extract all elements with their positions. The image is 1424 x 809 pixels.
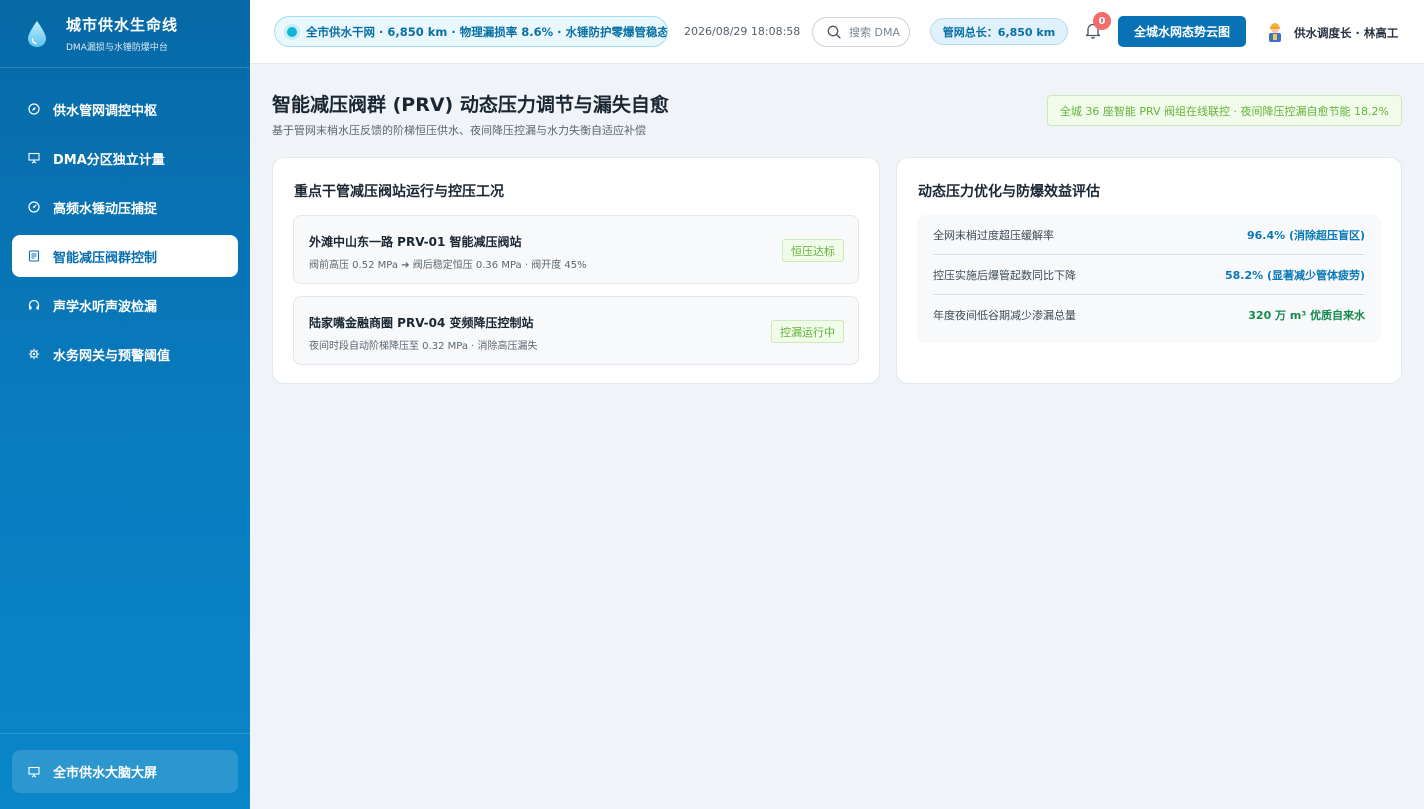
sidebar: 城市供水生命线 DMA漏损与水锤防爆中台 供水管网调控中枢 DMA分区独立计量 … <box>0 0 250 809</box>
search-box[interactable] <box>812 17 910 47</box>
presentation-icon <box>28 152 40 164</box>
gear-icon <box>28 348 40 360</box>
station-name: 外滩中山东一路 PRV-01 智能减压阀站 <box>309 235 522 249</box>
metrics-list: 全网末梢过度超压缓解率 96.4% (消除超压盲区) 控压实施后爆管起数同比下降… <box>917 215 1381 343</box>
avatar[interactable] <box>1266 22 1284 42</box>
metric-label: 控压实施后爆管起数同比下降 <box>933 268 1076 282</box>
station-detail: 夜间时段自动阶梯降压至 0.32 MPa · 消除高压漏失 <box>309 341 538 352</box>
city-cloud-map-button[interactable]: 全城水网态势云图 <box>1118 16 1246 47</box>
compass-icon <box>28 103 40 115</box>
metric-row: 全网末梢过度超压缓解率 96.4% (消除超压盲区) <box>933 215 1365 255</box>
sidebar-item-network-hub[interactable]: 供水管网调控中枢 <box>12 88 238 130</box>
metric-label: 全网末梢过度超压缓解率 <box>933 228 1054 242</box>
metric-row: 年度夜间低谷期减少渗漏总量 320 万 m³ 优质自来水 <box>933 295 1365 335</box>
water-drop-icon <box>28 20 46 47</box>
sidebar-item-label: 水务网关与预警阈值 <box>53 348 171 364</box>
benefit-evaluation-card: 动态压力优化与防爆效益评估 全网末梢过度超压缓解率 96.4% (消除超压盲区)… <box>896 157 1402 384</box>
sidebar-nav: 供水管网调控中枢 DMA分区独立计量 高频水锤动压捕捉 智能减压阀群控制 声学水… <box>0 68 250 375</box>
page-subtitle: 基于管网末梢水压反馈的阶梯恒压供水、夜间降压控漏与水力失衡自适应补偿 <box>272 124 646 137</box>
metric-value: 58.2% (显著减少管体疲劳) <box>1224 268 1365 282</box>
user-name[interactable]: 供水调度长 · 林高工 <box>1294 25 1398 41</box>
brand-title: 城市供水生命线 <box>66 16 179 34</box>
sidebar-item-gateway[interactable]: 水务网关与预警阈值 <box>12 333 238 375</box>
card-title: 动态压力优化与防爆效益评估 <box>918 184 1100 200</box>
sidebar-item-label: 高频水锤动压捕捉 <box>53 201 158 217</box>
big-screen-button[interactable]: 全市供水大脑大屏 <box>12 750 238 793</box>
network-status-pill: 全市供水干网 · 6,850 km · 物理漏损率 8.6% · 水锤防护零爆管… <box>274 16 668 47</box>
sidebar-item-prv-control[interactable]: 智能减压阀群控制 <box>12 235 238 277</box>
page-title: 智能减压阀群 (PRV) 动态压力调节与漏失自愈 <box>272 94 669 116</box>
document-icon <box>28 250 40 262</box>
presentation-icon <box>28 766 40 778</box>
search-icon <box>827 25 841 39</box>
sidebar-item-label: 智能减压阀群控制 <box>53 250 158 266</box>
datetime: 2026/08/29 18:08:58 <box>684 25 801 38</box>
metric-value: 96.4% (消除超压盲区) <box>1246 228 1365 242</box>
headphones-icon <box>28 299 40 311</box>
station-item-prv-01[interactable]: 外滩中山东一路 PRV-01 智能减压阀站 阀前高压 0.52 MPa ➔ 阀后… <box>293 215 859 284</box>
status-dot-icon <box>287 26 297 37</box>
status-badge: 恒压达标 <box>782 239 844 262</box>
sidebar-footer: 全市供水大脑大屏 <box>0 733 250 809</box>
network-length-badge: 管网总长：6,850 km <box>930 18 1068 45</box>
search-input[interactable] <box>849 25 909 39</box>
sidebar-item-label: 供水管网调控中枢 <box>53 103 158 119</box>
top-header: 全市供水干网 · 6,850 km · 物理漏损率 8.6% · 水锤防护零爆管… <box>250 0 1424 64</box>
gauge-icon <box>28 201 40 213</box>
notification-badge: 0 <box>1093 12 1111 30</box>
station-name: 陆家嘴金融商圈 PRV-04 变频降压控制站 <box>309 316 534 330</box>
status-badge: 控漏运行中 <box>771 320 844 343</box>
station-item-prv-04[interactable]: 陆家嘴金融商圈 PRV-04 变频降压控制站 夜间时段自动阶梯降压至 0.32 … <box>293 296 859 365</box>
sidebar-item-water-hammer[interactable]: 高频水锤动压捕捉 <box>12 186 238 228</box>
station-detail: 阀前高压 0.52 MPa ➔ 阀后稳定恒压 0.36 MPa · 阀开度 45… <box>309 260 587 271</box>
brand-subtitle: DMA漏损与水锤防爆中台 <box>66 43 168 53</box>
metric-value: 320 万 m³ 优质自来水 <box>1248 309 1365 322</box>
prv-online-notice: 全城 36 座智能 PRV 阀组在线联控 · 夜间降压控漏自愈节能 18.2% <box>1046 95 1402 126</box>
metric-row: 控压实施后爆管起数同比下降 58.2% (显著减少管体疲劳) <box>933 255 1365 295</box>
sidebar-item-acoustic[interactable]: 声学水听声波检漏 <box>12 284 238 326</box>
network-status-text: 全市供水干网 · 6,850 km · 物理漏损率 8.6% · 水锤防护零爆管… <box>306 24 668 39</box>
sidebar-item-label: 声学水听声波检漏 <box>53 299 158 315</box>
card-title: 重点干管减压阀站运行与控压工况 <box>294 184 504 200</box>
brand: 城市供水生命线 DMA漏损与水锤防爆中台 <box>0 0 250 68</box>
sidebar-item-dma[interactable]: DMA分区独立计量 <box>12 137 238 179</box>
metric-label: 年度夜间低谷期减少渗漏总量 <box>933 309 1076 322</box>
sidebar-item-label: DMA分区独立计量 <box>53 152 165 168</box>
big-screen-label: 全市供水大脑大屏 <box>53 766 158 781</box>
prv-stations-card: 重点干管减压阀站运行与控压工况 外滩中山东一路 PRV-01 智能减压阀站 阀前… <box>272 157 880 384</box>
